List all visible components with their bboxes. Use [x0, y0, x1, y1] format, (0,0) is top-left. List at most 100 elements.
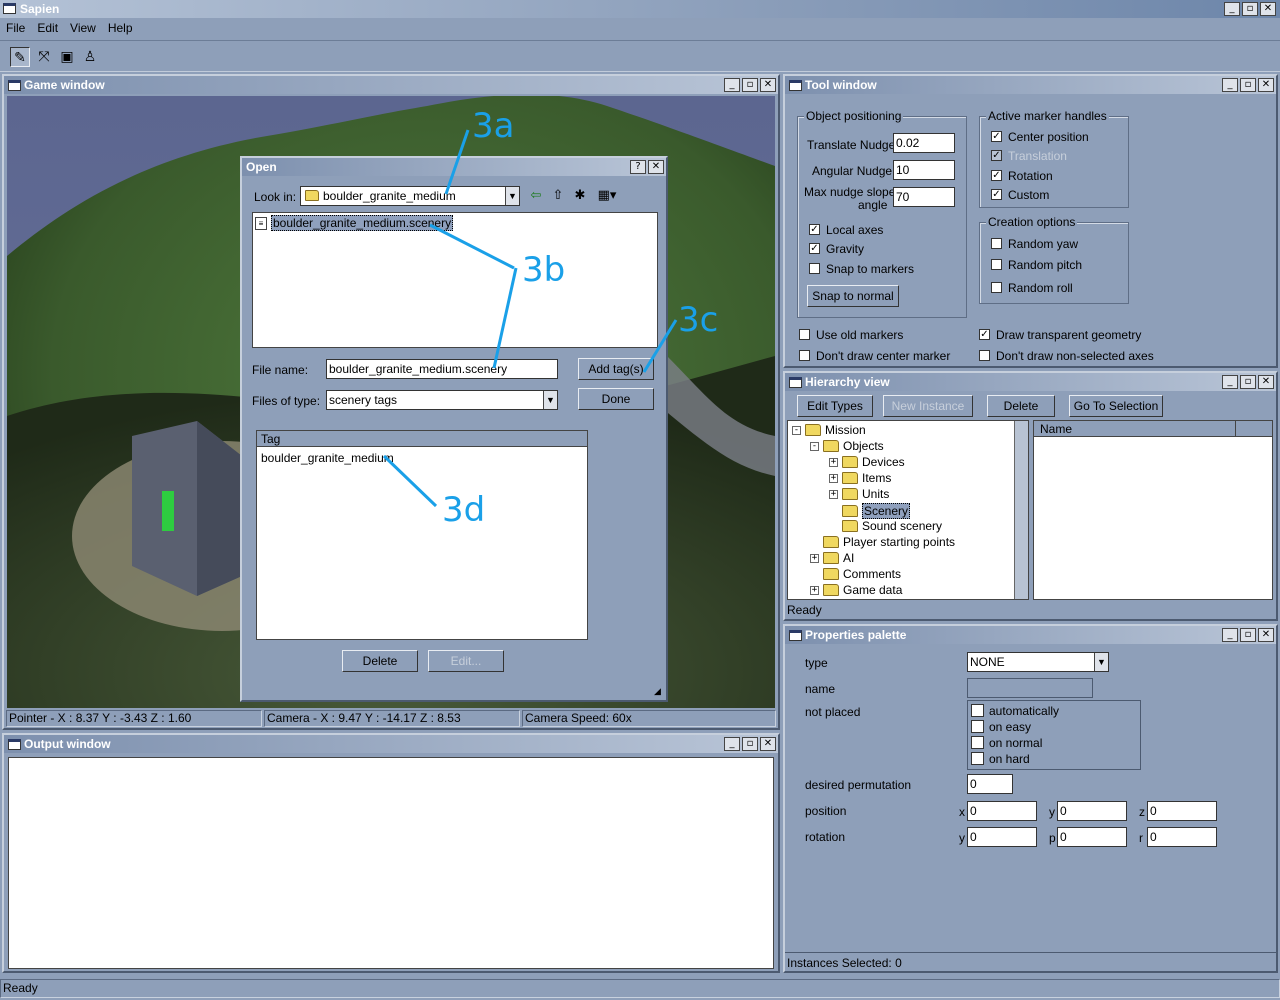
list-item[interactable]: boulder_granite_medium — [261, 451, 394, 465]
random-pitch-checkbox[interactable] — [991, 259, 1002, 270]
random-yaw-checkbox[interactable] — [991, 238, 1002, 249]
chevron-down-icon[interactable]: ▼ — [505, 187, 519, 205]
dialog-help-button[interactable]: ? — [630, 160, 646, 174]
back-icon[interactable]: ⇦ — [526, 186, 546, 206]
delete-instance-button[interactable]: Delete — [987, 395, 1055, 417]
custom-checkbox[interactable]: ✓ — [991, 189, 1002, 200]
properties-minimize-button[interactable]: _ — [1222, 628, 1238, 642]
translate-nudge-input[interactable]: 0.02 — [893, 133, 955, 153]
camera-icon[interactable]: ▣ — [57, 47, 77, 67]
app-minimize-button[interactable]: _ — [1224, 2, 1240, 16]
menu-help[interactable]: Help — [102, 19, 139, 37]
output-close-button[interactable]: ✕ — [760, 737, 776, 751]
tree-item-scenery[interactable]: Scenery — [842, 503, 911, 519]
position-z-input[interactable]: 0 — [1147, 801, 1217, 821]
rotation-p-input[interactable]: 0 — [1057, 827, 1127, 847]
tree-item-ai[interactable]: + AI — [810, 551, 854, 565]
name-label: name — [805, 682, 836, 696]
angular-nudge-input[interactable]: 10 — [893, 160, 955, 180]
tree-item-devices[interactable]: + Devices — [829, 455, 905, 469]
app-close-button[interactable]: ✕ — [1260, 2, 1276, 16]
menu-edit[interactable]: Edit — [31, 19, 64, 37]
dont-draw-center-checkbox[interactable] — [799, 350, 810, 361]
rotation-checkbox[interactable]: ✓ — [991, 170, 1002, 181]
name-list[interactable]: Name — [1033, 420, 1273, 600]
properties-close-button[interactable]: ✕ — [1258, 628, 1274, 642]
tree-item-comments[interactable]: Comments — [823, 567, 901, 581]
rotation-r-input[interactable]: 0 — [1147, 827, 1217, 847]
tag-list[interactable]: Tag boulder_granite_medium — [256, 430, 588, 640]
view-menu-icon[interactable]: ▦▾ — [594, 186, 620, 206]
max-nudge-input[interactable]: 70 — [893, 187, 955, 207]
local-axes-checkbox[interactable]: ✓ — [809, 224, 820, 235]
tree-item-objects[interactable]: - Objects — [810, 439, 884, 453]
app-restore-button[interactable]: ▫ — [1242, 2, 1258, 16]
menu-view[interactable]: View — [64, 19, 102, 37]
type-select[interactable]: NONE ▼ — [967, 652, 1109, 672]
gravity-checkbox[interactable]: ✓ — [809, 243, 820, 254]
draw-transparent-checkbox[interactable]: ✓ — [979, 329, 990, 340]
file-list[interactable]: ≡ boulder_granite_medium.scenery — [252, 212, 658, 348]
random-roll-checkbox[interactable] — [991, 282, 1002, 293]
output-minimize-button[interactable]: _ — [724, 737, 740, 751]
use-old-markers-checkbox[interactable] — [799, 329, 810, 340]
name-column-header-blank — [1236, 421, 1272, 437]
hierarchy-minimize-button[interactable]: _ — [1222, 375, 1238, 389]
tree-item-player-starting-points[interactable]: Player starting points — [823, 535, 955, 549]
tag-column-header[interactable]: Tag — [257, 431, 587, 447]
not-placed-hard-checkbox[interactable] — [971, 752, 984, 765]
hierarchy-close-button[interactable]: ✕ — [1258, 375, 1274, 389]
game-close-button[interactable]: ✕ — [760, 78, 776, 92]
dialog-close-button[interactable]: ✕ — [648, 160, 664, 174]
look-in-select[interactable]: boulder_granite_medium ▼ — [300, 186, 520, 206]
menu-file[interactable]: File — [0, 19, 31, 37]
done-button[interactable]: Done — [578, 388, 654, 410]
tree-item-units[interactable]: + Units — [829, 487, 889, 501]
rotation-y-input[interactable]: 0 — [967, 827, 1037, 847]
snap-to-markers-checkbox[interactable] — [809, 263, 820, 274]
chevron-down-icon[interactable]: ▼ — [543, 391, 557, 409]
hierarchy-tree[interactable]: - Mission - Objects + Devices + Items + Units… — [787, 420, 1029, 600]
dont-draw-nonselected-label: Don't draw non-selected axes — [996, 349, 1154, 363]
add-tags-button[interactable]: Add tag(s) — [578, 358, 654, 380]
tree-item-sound-scenery[interactable]: Sound scenery — [842, 519, 942, 533]
actor-icon[interactable]: ♙ — [80, 47, 100, 67]
dont-draw-nonselected-checkbox[interactable] — [979, 350, 990, 361]
chevron-down-icon[interactable]: ▼ — [1094, 653, 1108, 671]
desired-permutation-input[interactable]: 0 — [967, 774, 1013, 794]
not-placed-easy-checkbox[interactable] — [971, 720, 984, 733]
pointer-tool-icon[interactable]: ⤧ — [34, 47, 54, 67]
tree-item-items[interactable]: + Items — [829, 471, 891, 485]
game-minimize-button[interactable]: _ — [724, 78, 740, 92]
position-y-input[interactable]: 0 — [1057, 801, 1127, 821]
hierarchy-restore-button[interactable]: ▫ — [1240, 375, 1256, 389]
name-column-header[interactable]: Name — [1034, 421, 1236, 437]
game-restore-button[interactable]: ▫ — [742, 78, 758, 92]
tree-scrollbar[interactable] — [1014, 421, 1028, 599]
tree-item-game-data[interactable]: + Game data — [810, 583, 902, 597]
delete-tag-button[interactable]: Delete — [342, 650, 418, 672]
center-position-checkbox[interactable]: ✓ — [991, 131, 1002, 142]
edit-types-button[interactable]: Edit Types — [797, 395, 873, 417]
files-of-type-select[interactable]: scenery tags ▼ — [326, 390, 558, 410]
pencil-icon[interactable]: ✎ — [10, 47, 30, 67]
resize-grip-icon[interactable]: ◢ — [654, 688, 664, 698]
list-item[interactable]: ≡ boulder_granite_medium.scenery — [255, 215, 454, 231]
tree-item-mission[interactable]: - Mission — [792, 423, 866, 437]
not-placed-label: not placed — [805, 705, 861, 719]
output-restore-button[interactable]: ▫ — [742, 737, 758, 751]
tool-minimize-button[interactable]: _ — [1222, 78, 1238, 92]
snap-to-normal-button[interactable]: Snap to normal — [807, 285, 899, 307]
output-text-area[interactable] — [8, 757, 774, 969]
not-placed-automatically-checkbox[interactable] — [971, 704, 984, 717]
up-folder-icon[interactable]: ⇧ — [548, 186, 568, 206]
not-placed-normal-checkbox[interactable] — [971, 736, 984, 749]
tool-restore-button[interactable]: ▫ — [1240, 78, 1256, 92]
position-x-input[interactable]: 0 — [967, 801, 1037, 821]
gravity-label: Gravity — [826, 242, 865, 256]
go-to-selection-button[interactable]: Go To Selection — [1069, 395, 1163, 417]
file-name-input[interactable]: boulder_granite_medium.scenery — [326, 359, 558, 379]
properties-restore-button[interactable]: ▫ — [1240, 628, 1256, 642]
tool-close-button[interactable]: ✕ — [1258, 78, 1274, 92]
new-folder-icon[interactable]: ✱ — [570, 186, 590, 206]
